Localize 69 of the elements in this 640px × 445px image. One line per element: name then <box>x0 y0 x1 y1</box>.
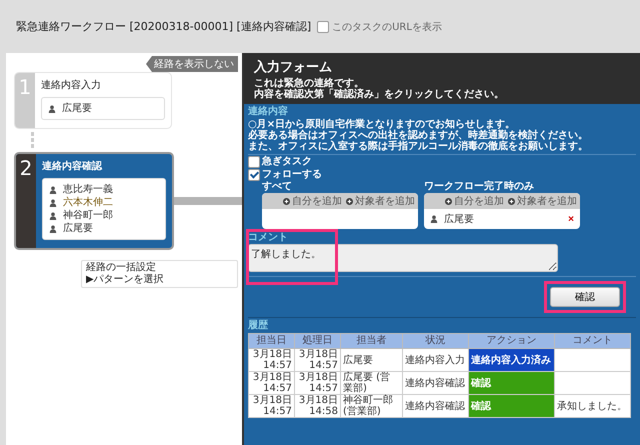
add-follower-link[interactable]: 自分を追加 <box>283 194 342 208</box>
contact-text: また、オフィスに入室する際は手指アルコール消毒の徹底をお願いします。 <box>248 141 589 152</box>
column-header: 担当日 <box>248 334 294 348</box>
current-step-bar <box>174 197 242 205</box>
select-pattern-link[interactable]: ▶パターンを選択 <box>86 274 233 286</box>
checkbox-label: フォローする <box>262 168 322 181</box>
add-follower-link[interactable]: 対象者を追加 <box>346 194 415 208</box>
contact-text: 必要ある場合はオフィスへの出社を認めますが、時差通勤を検討ください。 <box>248 130 589 141</box>
add-follower-link[interactable]: 自分を追加 <box>445 194 504 208</box>
add-follower-link[interactable]: 対象者を追加 <box>508 194 577 208</box>
table-cell: 3月18日 14:58 <box>294 394 340 418</box>
workflow-title: 緊急連絡ワークフロー [20200318-00001] [連絡内容確認] <box>16 19 312 34</box>
person-icon <box>49 212 57 220</box>
table-cell: 3月18日 14:57 <box>248 348 294 372</box>
action-cell: 確認 <box>468 394 554 418</box>
column-header: 処理日 <box>294 334 340 348</box>
person-icon <box>430 215 438 223</box>
follower-name: 広尾要 <box>444 212 475 226</box>
form-intro-text: これは緊急の連絡です。 <box>254 78 364 89</box>
assignee-name: 六本木伸二 <box>63 196 113 209</box>
plus-icon <box>283 198 290 204</box>
remove-button[interactable]: × <box>568 214 574 224</box>
table-cell: 広尾要 <box>340 348 402 372</box>
comment-field[interactable]: 了解しました。 <box>248 244 558 272</box>
follow-group-title: すべて <box>262 181 293 193</box>
table-cell: 広尾要 (営業部) <box>340 372 402 394</box>
confirm-button[interactable]: 確認 <box>550 287 620 307</box>
url-checkbox-label: このタスクのURLを表示 <box>332 20 442 34</box>
table-cell: 3月18日 14:57 <box>248 394 294 418</box>
contact-label: 連絡内容 <box>248 106 289 118</box>
assignee-name: 広尾要 <box>62 102 92 115</box>
step-name: 連絡内容入力 <box>41 78 102 92</box>
checkbox[interactable] <box>248 168 260 180</box>
assignee-name: 広尾要 <box>63 222 93 235</box>
column-header: アクション <box>468 334 554 348</box>
column-header: コメント <box>554 334 630 348</box>
table-cell: 3月18日 14:57 <box>294 372 340 394</box>
url-checkbox[interactable] <box>317 20 330 32</box>
hide-route-button[interactable]: 経路を表示しない <box>146 56 238 72</box>
form-intro-text: 内容を確認次第「確認済み」をクリックしてください。 <box>254 89 505 100</box>
plus-icon <box>346 198 353 204</box>
assignee-name: 恵比寿一義 <box>63 183 113 196</box>
action-cell: 連絡内容入力済み <box>468 348 554 372</box>
table-cell: 3月18日 14:57 <box>248 372 294 394</box>
checkbox[interactable] <box>248 156 260 168</box>
table-cell: 神谷町一郎 (営業部) <box>340 394 402 418</box>
contact-text: ○月×日から原則自宅作業となりますのでお知らせします。 <box>248 119 516 130</box>
step-name: 連絡内容確認 <box>42 159 104 173</box>
bulk-route-title: 経路の一括設定 <box>86 262 157 274</box>
column-header: 状況 <box>402 334 468 348</box>
step-number: 2 <box>16 154 36 248</box>
history-label: 履歴 <box>248 320 269 332</box>
person-icon <box>49 186 57 194</box>
comment-label: コメント <box>248 232 289 244</box>
table-cell: 承知しました。 <box>554 394 630 418</box>
step-card[interactable]: 2 連絡内容確認 恵比寿一義 六本木伸二 神谷町一郎 広尾要 <box>14 152 174 250</box>
follow-group-title: ワークフロー完了時のみ <box>424 181 535 193</box>
plus-icon <box>445 198 452 204</box>
plus-icon <box>508 198 515 204</box>
person-icon <box>48 104 56 112</box>
step-connector <box>31 132 34 149</box>
person-icon <box>49 198 57 206</box>
table-cell: 3月18日 14:57 <box>294 348 340 372</box>
assignee-name: 神谷町一郎 <box>63 209 113 222</box>
form-title: 入力フォーム <box>254 58 333 76</box>
person-icon <box>49 224 57 232</box>
action-cell: 確認 <box>468 372 554 394</box>
column-header: 担当者 <box>340 334 402 348</box>
checkbox-label: 急ぎタスク <box>262 155 312 168</box>
